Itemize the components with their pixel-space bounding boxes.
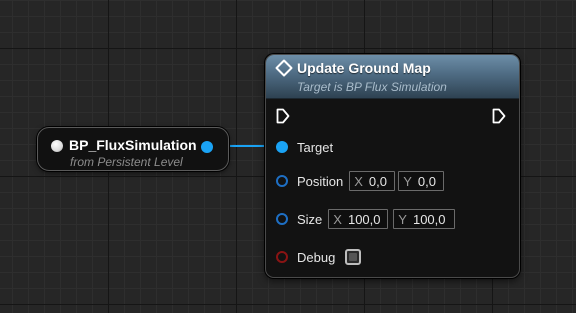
- position-pin-row: Position X 0,0 Y 0,0: [276, 170, 445, 192]
- size-y-field[interactable]: Y 100,0: [393, 209, 456, 229]
- debug-pin-label: Debug: [297, 249, 336, 265]
- target-pin-row: Target: [276, 136, 333, 158]
- position-y-field[interactable]: Y 0,0: [398, 171, 445, 191]
- exec-output-pin-icon[interactable]: [492, 108, 506, 124]
- target-pin-label: Target: [297, 139, 334, 155]
- size-x-field[interactable]: X 100,0: [328, 209, 389, 229]
- reference-node-title: BP_FluxSimulation: [69, 137, 197, 153]
- position-pin[interactable]: [276, 175, 288, 187]
- function-node-title: Update Ground Map: [297, 60, 431, 76]
- size-pin[interactable]: [276, 213, 288, 225]
- reference-node-icon: [51, 140, 63, 152]
- target-pin[interactable]: [276, 141, 288, 153]
- size-x-axis-label: X: [333, 211, 342, 227]
- reference-node[interactable]: BP_FluxSimulation from Persistent Level: [37, 127, 229, 171]
- position-x-axis-label: X: [354, 173, 363, 189]
- position-x-value: 0,0: [368, 173, 387, 189]
- size-x-value: 100,0: [347, 211, 381, 227]
- function-icon: [275, 59, 293, 77]
- reference-output-pin[interactable]: [201, 141, 213, 153]
- position-x-field[interactable]: X 0,0: [349, 171, 396, 191]
- size-y-axis-label: Y: [398, 211, 407, 227]
- position-pin-label: Position: [297, 173, 344, 189]
- size-pin-row: Size X 100,0 Y 100,0: [276, 208, 456, 230]
- blueprint-graph-canvas[interactable]: BP_FluxSimulation from Persistent Level …: [0, 0, 576, 313]
- function-node-subtitle: Target is BP Flux Simulation: [297, 80, 447, 94]
- size-y-value: 100,0: [412, 211, 446, 227]
- size-pin-label: Size: [297, 211, 323, 227]
- function-node[interactable]: Update Ground Map Target is BP Flux Simu…: [265, 54, 520, 278]
- function-node-header[interactable]: Update Ground Map Target is BP Flux Simu…: [266, 55, 519, 99]
- position-y-axis-label: Y: [403, 173, 412, 189]
- debug-pin[interactable]: [276, 251, 288, 263]
- exec-input-pin-icon[interactable]: [276, 108, 290, 124]
- debug-pin-row: Debug: [276, 246, 362, 268]
- debug-checkbox[interactable]: [345, 249, 362, 265]
- position-y-value: 0,0: [417, 173, 436, 189]
- reference-node-subtitle: from Persistent Level: [70, 155, 183, 169]
